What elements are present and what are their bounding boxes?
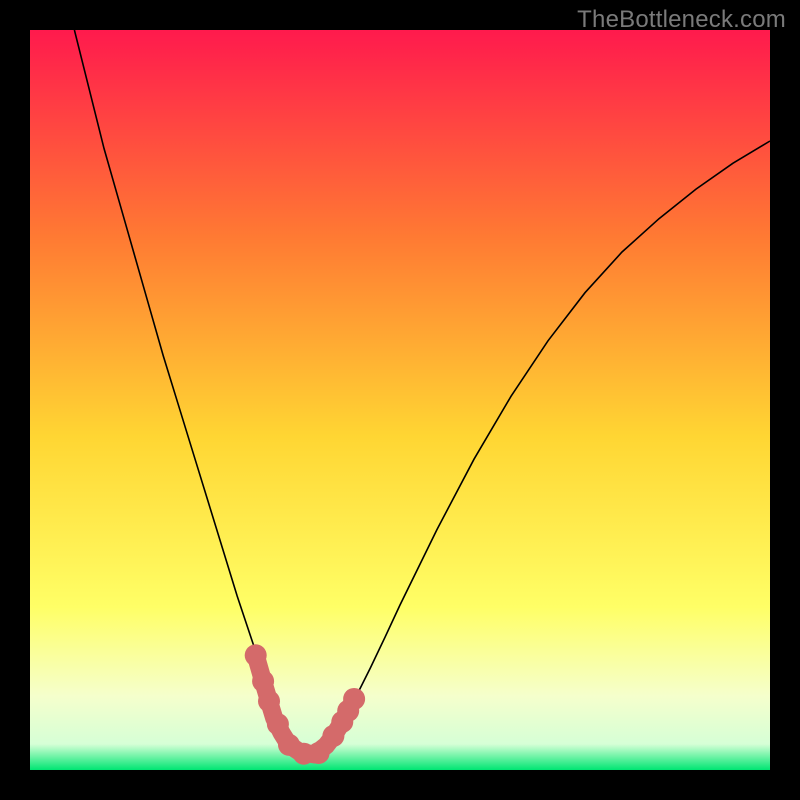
watermark-text: TheBottleneck.com bbox=[577, 6, 786, 34]
highlight-dot bbox=[267, 713, 289, 735]
highlight-dot bbox=[245, 644, 267, 666]
highlight-dot bbox=[258, 690, 280, 712]
gradient-background bbox=[30, 30, 770, 770]
highlight-dot bbox=[308, 742, 330, 764]
highlight-dot bbox=[343, 688, 365, 710]
chart-area bbox=[30, 30, 770, 770]
highlight-dot bbox=[252, 670, 274, 692]
chart-svg bbox=[30, 30, 770, 770]
